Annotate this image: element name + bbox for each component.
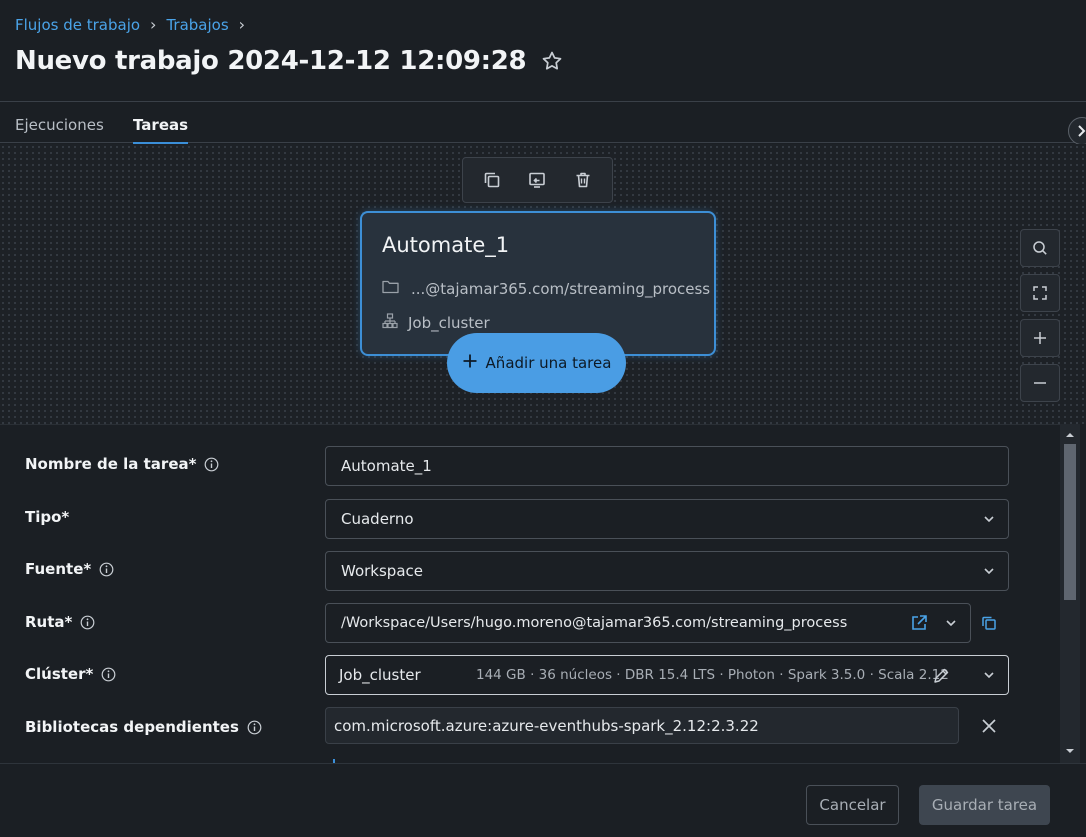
form-scrollbar[interactable]	[1060, 424, 1080, 763]
add-task-button[interactable]: Añadir una tarea	[447, 333, 626, 393]
cluster-select[interactable]: Job_cluster 144 GB · 36 núcleos · DBR 15…	[325, 655, 1009, 695]
type-value: Cuaderno	[341, 510, 414, 528]
scroll-down-icon	[1066, 749, 1074, 753]
task-name-label: Nombre de la tarea*	[25, 455, 219, 473]
task-name-label-text: Nombre de la tarea*	[25, 455, 197, 473]
info-icon[interactable]	[80, 615, 95, 630]
breadcrumb: Flujos de trabajo › Trabajos ›	[15, 15, 245, 34]
close-icon[interactable]	[980, 717, 998, 739]
fit-view-button[interactable]	[1020, 274, 1060, 312]
chevron-right-icon	[1078, 125, 1086, 137]
task-form: Nombre de la tarea* Automate_1 Tipo* Cua…	[0, 424, 1060, 763]
scroll-up-icon	[1066, 433, 1074, 437]
page-title: Nuevo trabajo 2024-12-12 12:09:28	[15, 46, 527, 76]
zoom-in-button[interactable]	[1020, 319, 1060, 357]
task-name-input[interactable]: Automate_1	[325, 446, 1009, 486]
replace-icon[interactable]	[520, 163, 554, 197]
tab-runs[interactable]: Ejecuciones	[15, 116, 104, 142]
type-label: Tipo*	[25, 508, 69, 526]
info-icon[interactable]	[101, 667, 116, 682]
node-path-row: ...@tajamar365.com/streaming_process	[382, 279, 710, 298]
scroll-thumb[interactable]	[1064, 444, 1076, 600]
info-icon[interactable]	[204, 457, 219, 472]
node-title: Automate_1	[382, 233, 510, 257]
type-select[interactable]: Cuaderno	[325, 499, 1009, 539]
path-label: Ruta*	[25, 613, 95, 631]
info-icon[interactable]	[99, 562, 114, 577]
title-row: Nuevo trabajo 2024-12-12 12:09:28	[15, 46, 564, 76]
page-header: Flujos de trabajo › Trabajos › Nuevo tra…	[0, 0, 1086, 102]
node-cluster: Job_cluster	[408, 314, 490, 332]
breadcrumb-separator: ›	[238, 15, 246, 34]
type-label-text: Tipo*	[25, 508, 70, 526]
breadcrumb-jobs-link[interactable]: Trabajos	[166, 16, 228, 34]
folder-icon	[382, 279, 399, 298]
pencil-icon[interactable]	[932, 667, 950, 689]
node-path: ...@tajamar365.com/streaming_process	[411, 279, 711, 298]
tab-bar: Ejecuciones Tareas	[0, 103, 1086, 145]
cluster-details: 144 GB · 36 núcleos · DBR 15.4 LTS · Pho…	[476, 667, 949, 683]
path-value: /Workspace/Users/hugo.moreno@tajamar365.…	[341, 615, 848, 631]
info-icon[interactable]	[247, 720, 262, 735]
cluster-label: Clúster*	[25, 665, 116, 683]
cluster-icon	[382, 313, 398, 333]
minus-icon	[1034, 382, 1046, 384]
breadcrumb-workflows-link[interactable]: Flujos de trabajo	[15, 16, 140, 34]
add-task-label: Añadir una tarea	[485, 354, 612, 372]
chevron-down-icon	[984, 568, 994, 575]
libraries-label-text: Bibliotecas dependientes	[25, 718, 239, 736]
cancel-button[interactable]: Cancelar	[806, 785, 899, 825]
open-external-icon[interactable]	[910, 614, 928, 636]
search-icon	[1033, 241, 1047, 255]
task-name-value: Automate_1	[341, 457, 432, 475]
source-value: Workspace	[341, 562, 423, 580]
source-select[interactable]: Workspace	[325, 551, 1009, 591]
path-label-text: Ruta*	[25, 613, 73, 631]
library-value: com.microsoft.azure:azure-eventhubs-spar…	[334, 716, 759, 735]
chevron-down-icon	[984, 516, 994, 523]
chevron-down-icon	[946, 620, 956, 627]
star-icon[interactable]	[540, 49, 564, 73]
cluster-name: Job_cluster	[339, 666, 421, 684]
fit-screen-icon	[1033, 286, 1047, 300]
cluster-label-text: Clúster*	[25, 665, 94, 683]
form-footer: Cancelar Guardar tarea	[0, 763, 1086, 837]
plus-icon	[462, 353, 478, 373]
node-cluster-row: Job_cluster	[382, 313, 490, 333]
chevron-down-icon	[984, 672, 994, 679]
library-chip[interactable]: com.microsoft.azure:azure-eventhubs-spar…	[325, 707, 959, 744]
trash-icon[interactable]	[566, 163, 600, 197]
breadcrumb-separator: ›	[150, 15, 157, 34]
plus-icon	[1034, 332, 1046, 344]
copy-icon[interactable]	[475, 163, 509, 197]
copy-path-icon[interactable]	[980, 614, 998, 636]
search-button[interactable]	[1020, 229, 1060, 267]
source-label: Fuente*	[25, 560, 114, 578]
node-toolbar	[462, 157, 613, 203]
tab-tasks[interactable]: Tareas	[133, 116, 189, 145]
zoom-out-button[interactable]	[1020, 364, 1060, 402]
save-task-button[interactable]: Guardar tarea	[919, 785, 1050, 825]
source-label-text: Fuente*	[25, 560, 92, 578]
libraries-label: Bibliotecas dependientes	[25, 718, 262, 736]
path-select[interactable]: /Workspace/Users/hugo.moreno@tajamar365.…	[325, 603, 971, 643]
